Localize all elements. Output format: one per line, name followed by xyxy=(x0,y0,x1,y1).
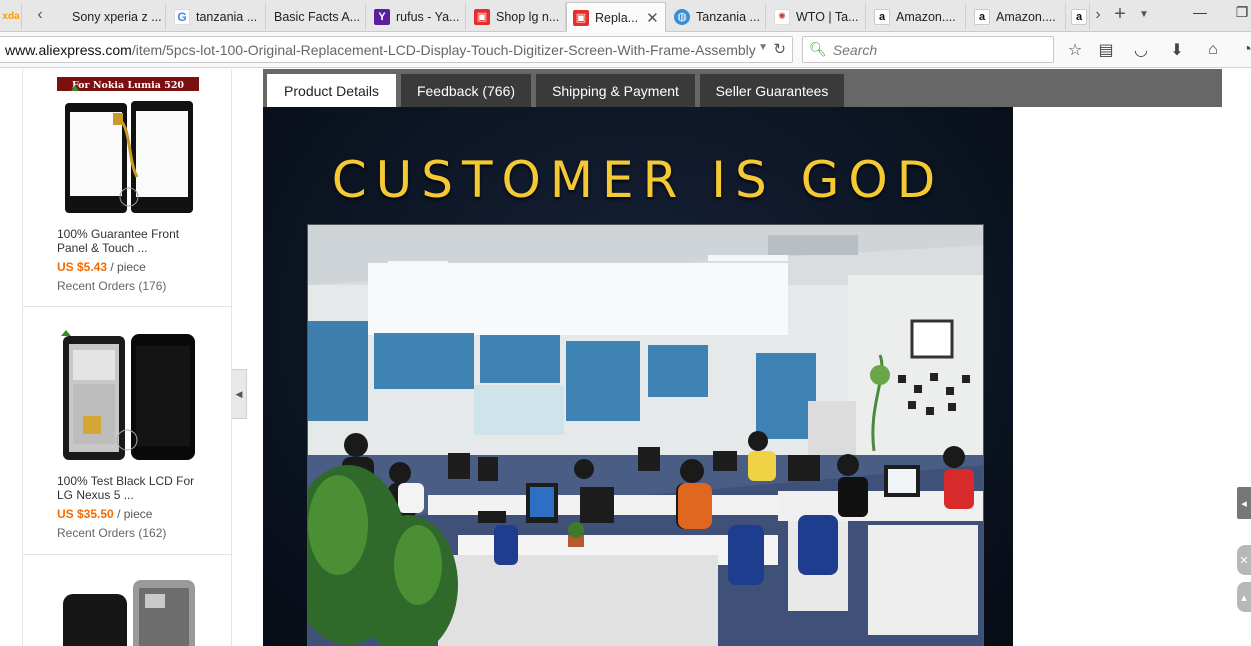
home-icon[interactable]: ⌂ xyxy=(1202,40,1224,60)
search-engine-icon[interactable]: 🔍︎ xyxy=(809,41,827,58)
product-card[interactable] xyxy=(23,556,231,646)
tab-amazon-2[interactable]: a Amazon.... xyxy=(968,3,1066,30)
tab-scroll-left-icon[interactable]: ‹ xyxy=(30,6,50,24)
minimize-icon[interactable]: — xyxy=(1186,4,1214,20)
aliexpress-cart-icon: ▣ xyxy=(474,8,490,25)
amazon-icon: a xyxy=(974,8,990,25)
yahoo-icon: Y xyxy=(374,8,390,25)
globe-icon: ◍ xyxy=(674,8,690,25)
google-icon: G xyxy=(174,8,190,25)
bookmark-star-icon[interactable]: ☆ xyxy=(1064,40,1086,60)
product-thumbnail[interactable]: For Nokia Lumia 520 xyxy=(57,77,199,217)
tab-replacement-active[interactable]: ▣ Repla... ✕ xyxy=(566,2,666,32)
tab-amazon-3[interactable]: a xyxy=(1068,3,1090,30)
tab-shipping-payment[interactable]: Shipping & Payment xyxy=(536,74,695,107)
navigation-bar: www.aliexpress.com/item/5pcs-lot-100-Ori… xyxy=(0,32,1251,68)
chat-icon[interactable]: ◔ xyxy=(1236,40,1251,60)
tab-wto[interactable]: ✺ WTO | Ta... xyxy=(768,3,866,30)
svg-text:For Nokia Lumia 520: For Nokia Lumia 520 xyxy=(72,80,184,91)
new-tab-icon[interactable]: + xyxy=(1110,3,1130,26)
product-price: US $5.43 / piece xyxy=(57,260,146,274)
page-content: For Nokia Lumia 520 100% Guarantee Front… xyxy=(0,69,1251,646)
office-photo xyxy=(307,224,984,646)
product-tabs-bar: Product Details Feedback (766) Shipping … xyxy=(263,69,1222,107)
tab-shop-lg[interactable]: ▣ Shop lg n... xyxy=(468,3,566,30)
back-to-top-icon[interactable]: ▴ xyxy=(1237,582,1251,612)
tab-rufus-yahoo[interactable]: Y rufus - Ya... xyxy=(368,3,466,30)
tab-sony-xperia[interactable]: Sony xperia z ... xyxy=(66,3,166,30)
product-title[interactable]: 100% Test Black LCD For LG Nexus 5 ... xyxy=(57,474,207,502)
url-history-dropdown-icon[interactable]: ▼ xyxy=(758,42,768,53)
product-title[interactable]: 100% Guarantee Front Panel & Touch ... xyxy=(57,227,207,255)
banner-headline: CUSTOMER IS GOD xyxy=(331,151,945,209)
pocket-icon[interactable]: ◡ xyxy=(1130,40,1152,60)
url-bar[interactable]: www.aliexpress.com/item/5pcs-lot-100-Ori… xyxy=(0,36,793,63)
reload-icon[interactable]: ↻ xyxy=(773,40,786,58)
product-thumbnail[interactable] xyxy=(57,328,199,468)
reading-list-icon[interactable]: ▤ xyxy=(1095,40,1117,60)
tab-tanzania-google[interactable]: G tanzania ... xyxy=(168,3,266,30)
related-products-sidebar: For Nokia Lumia 520 100% Guarantee Front… xyxy=(22,69,232,646)
recent-orders: Recent Orders (162) xyxy=(57,526,167,540)
tab-seller-guarantees[interactable]: Seller Guarantees xyxy=(700,74,844,107)
tab-amazon-1[interactable]: a Amazon.... xyxy=(868,3,966,30)
restore-icon[interactable]: ❐ xyxy=(1228,4,1251,21)
xda-icon: xda xyxy=(2,11,20,22)
downloads-icon[interactable]: ⬇ xyxy=(1166,40,1188,60)
amazon-icon: a xyxy=(1071,8,1087,25)
product-card[interactable]: For Nokia Lumia 520 100% Guarantee Front… xyxy=(23,69,231,307)
close-tab-icon[interactable]: ✕ xyxy=(646,9,659,27)
list-all-tabs-icon[interactable]: ▼ xyxy=(1134,9,1154,20)
feedback-float-button[interactable]: ◂ xyxy=(1237,487,1251,519)
search-input[interactable]: 🔍︎ Search xyxy=(802,36,1054,63)
tab-product-details[interactable]: Product Details xyxy=(267,74,396,107)
tab-basic-facts[interactable]: Basic Facts A... xyxy=(268,3,366,30)
aliexpress-cart-icon: ▣ xyxy=(573,9,589,26)
close-float-icon[interactable]: ✕ xyxy=(1237,545,1251,575)
browser-tab-strip: xda ‹ Sony xperia z ... G tanzania ... B… xyxy=(0,0,1251,32)
wto-icon: ✺ xyxy=(774,8,790,25)
sidebar-collapse-toggle[interactable]: ◀ xyxy=(232,369,247,419)
amazon-icon: a xyxy=(874,8,890,25)
tab-xda[interactable]: xda xyxy=(0,3,22,30)
tab-feedback[interactable]: Feedback (766) xyxy=(401,74,531,107)
tab-scroll-right-icon[interactable]: › xyxy=(1088,6,1108,24)
product-card[interactable]: 100% Test Black LCD For LG Nexus 5 ... U… xyxy=(23,308,231,555)
tab-tanzania[interactable]: ◍ Tanzania ... xyxy=(668,3,766,30)
product-thumbnail[interactable] xyxy=(57,574,199,646)
recent-orders: Recent Orders (176) xyxy=(57,279,167,293)
product-description-banner: CUSTOMER IS GOD xyxy=(263,107,1013,646)
product-price: US $35.50 / piece xyxy=(57,507,153,521)
